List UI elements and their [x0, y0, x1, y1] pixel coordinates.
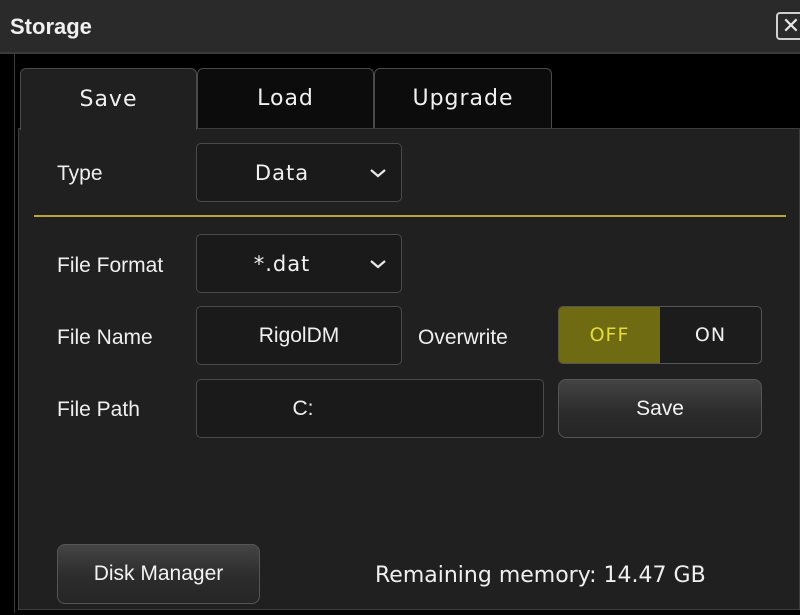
- tab-load-label: Load: [257, 86, 314, 111]
- save-button[interactable]: Save: [558, 379, 762, 438]
- tab-load[interactable]: Load: [197, 68, 374, 128]
- type-value: Data: [254, 160, 310, 185]
- chevron-down-icon: [370, 259, 386, 268]
- file-name-label: File Name: [57, 326, 153, 349]
- overwrite-off-label: OFF: [589, 324, 630, 346]
- type-dropdown[interactable]: Data: [196, 143, 402, 202]
- overwrite-toggle[interactable]: OFF ON: [558, 306, 762, 364]
- overwrite-off-option[interactable]: OFF: [559, 307, 660, 363]
- file-path-value: C:: [292, 396, 314, 420]
- file-path-input[interactable]: C:: [196, 379, 544, 438]
- dialog-titlebar: Storage ✕: [0, 0, 800, 54]
- file-path-label: File Path: [57, 398, 140, 421]
- overwrite-on-option[interactable]: ON: [660, 307, 761, 363]
- chevron-down-icon: [370, 168, 386, 177]
- tab-save-label: Save: [79, 87, 138, 112]
- dialog-title: Storage: [10, 14, 92, 39]
- close-button[interactable]: ✕: [776, 12, 800, 40]
- disk-manager-button[interactable]: Disk Manager: [57, 544, 260, 604]
- file-name-value: RigolDM: [258, 323, 340, 347]
- type-label: Type: [57, 162, 103, 185]
- file-format-value: *.dat: [253, 251, 311, 276]
- tab-upgrade-label: Upgrade: [412, 86, 514, 111]
- tab-upgrade[interactable]: Upgrade: [374, 68, 552, 128]
- file-name-input[interactable]: RigolDM: [196, 306, 402, 365]
- disk-manager-label: Disk Manager: [93, 562, 224, 585]
- close-icon: ✕: [781, 13, 800, 38]
- remaining-memory-text: Remaining memory: 14.47 GB: [375, 563, 706, 588]
- save-button-label: Save: [636, 396, 684, 420]
- overwrite-on-label: ON: [694, 324, 727, 346]
- section-divider: [34, 215, 786, 217]
- overwrite-label: Overwrite: [418, 326, 508, 349]
- tab-save[interactable]: Save: [20, 68, 197, 130]
- file-format-dropdown[interactable]: *.dat: [196, 234, 402, 293]
- save-tab-panel: [18, 128, 800, 610]
- file-format-label: File Format: [57, 254, 164, 277]
